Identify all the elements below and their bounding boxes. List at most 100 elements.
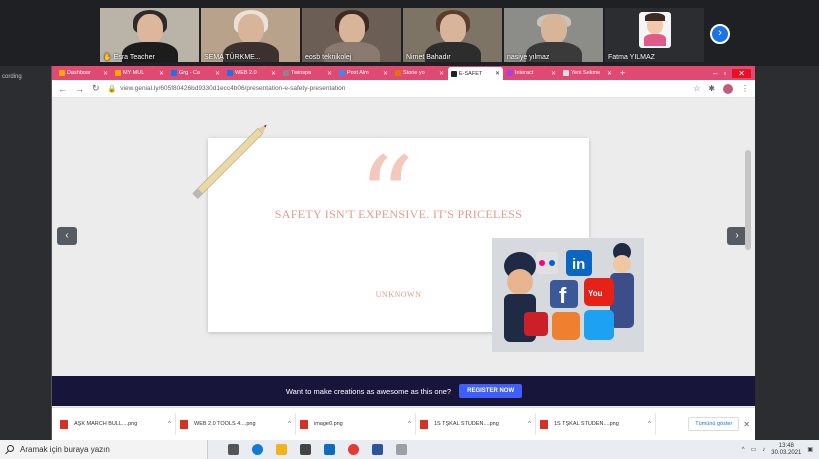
network-icon[interactable]: ▭ [751,446,757,453]
browser-tab[interactable]: Interact ✕ [504,67,559,79]
close-window-icon[interactable]: ✕ [732,68,751,78]
chrome-icon[interactable] [348,444,359,455]
task-view-icon[interactable] [228,444,239,455]
close-tab-icon[interactable]: ✕ [551,70,556,77]
participant-tile-5[interactable]: nasiye yılmaz [504,8,603,62]
download-item[interactable]: WEB 2.0 TOOLS 4....png ^ [176,413,296,435]
close-tab-icon[interactable]: ✕ [327,70,332,77]
close-tab-icon[interactable]: ✕ [607,70,612,77]
close-icon[interactable]: ✕ [743,420,750,429]
browser-tab[interactable]: MY MUL ✕ [112,67,167,79]
reload-icon[interactable]: ↻ [92,83,100,94]
back-icon[interactable]: ← [58,84,67,94]
browser-tab[interactable]: Storie yo ✕ [392,67,447,79]
minimize-icon[interactable]: – [713,69,717,78]
browser-tab[interactable]: Dashboar ✕ [56,67,111,79]
download-filename: WEB 2.0 TOOLS 4....png [194,421,256,427]
participant-tile-1[interactable]: ✋ Esra Teacher [100,8,199,62]
chevron-up-icon[interactable]: ^ [528,421,531,427]
extensions-icon[interactable]: ✱ [708,84,715,93]
word-icon[interactable] [372,444,383,455]
participant-tile-3[interactable]: eosb teknikolej [302,8,401,62]
browser-tab[interactable]: Grg - Ca ✕ [168,67,223,79]
svg-text:in: in [572,256,585,273]
edge-icon[interactable] [252,444,263,455]
tab-favicon-icon [115,70,121,76]
clock[interactable]: 13:48 30.03.2021 [771,443,801,457]
tab-favicon-icon [395,70,401,76]
window-controls: – ▫ ✕ [713,68,755,78]
download-filename: 1S TŞKAL STUDEN....png [554,421,619,427]
notification-icon[interactable]: ▣ [807,446,813,453]
app-icon[interactable] [396,444,407,455]
chevron-up-icon[interactable]: ^ [742,447,745,453]
browser-tab[interactable]: WEB 2.0 ✕ [224,67,279,79]
raised-hand-icon: ✋ [103,54,112,61]
scrollbar[interactable] [745,150,751,250]
tab-label: Dashboar [67,70,91,76]
register-button[interactable]: REGISTER NOW [459,384,523,398]
tab-label: Grg - Ca [179,70,201,76]
new-tab-button[interactable]: + [620,68,625,78]
tab-favicon-icon [339,70,345,76]
search-icon [7,445,14,452]
participant-tile-2[interactable]: SEMA TÜRKME... [201,8,300,62]
previous-slide-button[interactable]: ‹ [57,227,77,245]
chevron-up-icon[interactable]: ^ [648,421,651,427]
forward-icon[interactable]: → [75,84,84,94]
download-item[interactable]: image0.png ^ [296,413,416,435]
download-item[interactable]: 1S TŞKAL STUDEN....png ^ [536,413,656,435]
close-tab-icon[interactable]: ✕ [271,70,276,77]
taskbar-search[interactable]: Aramak için buraya yazın [0,440,208,459]
participant-tile-4[interactable]: Nimet Bahadır [403,8,502,62]
close-tab-icon[interactable]: ✕ [103,70,108,77]
next-slide-button[interactable]: › [727,227,747,245]
menu-icon[interactable]: ⋮ [741,84,749,93]
profile-avatar[interactable] [723,83,733,94]
lock-icon: 🔒 [107,85,117,93]
chevron-up-icon[interactable]: ^ [408,421,411,427]
mail-icon[interactable] [324,444,335,455]
tab-label: Interact [515,70,534,76]
banner-text: Want to make creations as awesome as thi… [285,386,452,396]
tab-favicon-icon [227,70,233,76]
browser-tab[interactable]: Twinspa ✕ [280,67,335,79]
close-tab-icon[interactable]: ✕ [439,70,444,77]
participant-tile-6[interactable]: Fatma YILMAZ [605,8,704,62]
close-tab-icon[interactable]: ✕ [159,70,164,77]
image-file-icon [180,419,188,429]
store-icon[interactable] [300,444,311,455]
image-file-icon [300,419,308,429]
participant-name: Fatma YILMAZ [608,54,655,61]
chevron-right-icon[interactable]: › [710,24,730,44]
meeting-right-rail [755,66,819,440]
meeting-left-rail: cording [0,66,51,440]
browser-tab[interactable]: Post Alm ✕ [336,67,391,79]
chevron-up-icon[interactable]: ^ [168,421,171,427]
maximize-icon[interactable]: ▫ [723,69,726,78]
svg-text:f: f [559,283,567,308]
download-item[interactable]: AŞK MARCH BULL....png ^ [56,413,176,435]
file-explorer-icon[interactable] [276,444,287,455]
close-tab-icon[interactable]: ✕ [383,70,388,77]
star-icon[interactable]: ☆ [693,84,700,93]
browser-window: Dashboar ✕ MY MUL ✕ Grg - Ca ✕ WEB 2.0 ✕ Twinspa… [51,66,756,440]
chevron-up-icon[interactable]: ^ [288,421,291,427]
close-tab-icon[interactable]: ✕ [495,70,500,77]
tab-label: Yeni Sekme [571,70,601,76]
participant-name: nasiye yılmaz [507,54,550,61]
avatar [639,12,671,48]
browser-tab[interactable]: Yeni Sekme ✕ [560,67,615,79]
social-media-police-image: in f You [492,238,644,352]
browser-tab[interactable]: E-SAFET ✕ [448,67,503,80]
url-field[interactable]: view.genial.ly/605f80426bd9330d1ecc4b06/… [120,85,345,92]
tab-favicon-icon [171,70,177,76]
tab-label: Storie yo [403,70,425,76]
volume-icon[interactable]: ♪ [762,447,765,453]
download-item[interactable]: 1S TŞKAL STUDEN....png ^ [416,413,536,435]
download-filename: image0.png [314,421,343,427]
close-tab-icon[interactable]: ✕ [215,70,220,77]
show-all-button[interactable]: Tümünü göster [688,417,740,431]
genially-banner: Want to make creations as awesome as thi… [52,376,756,406]
tab-label: E-SAFET [459,70,483,77]
